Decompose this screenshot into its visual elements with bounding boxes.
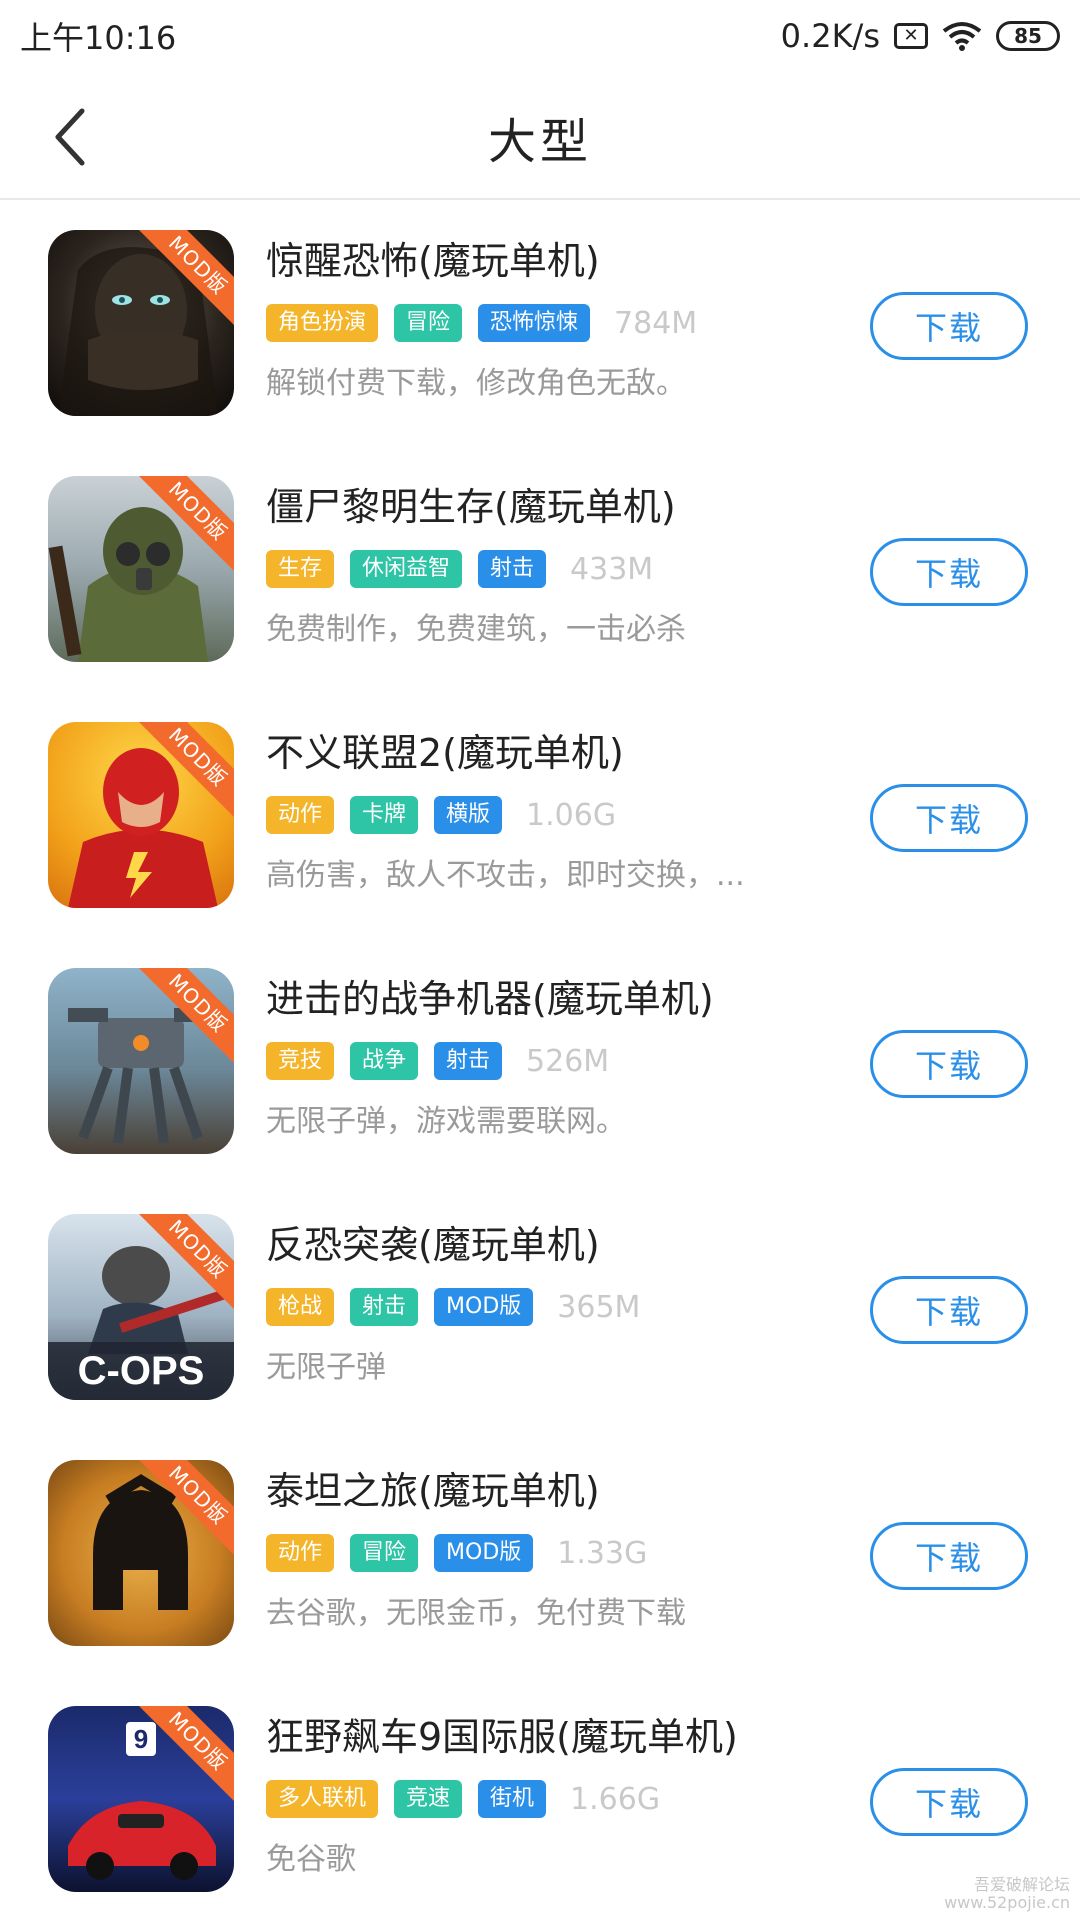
- status-bar: 上午10:16 0.2K/s ✕ 85: [0, 0, 1080, 72]
- app-title[interactable]: 惊醒恐怖(魔玩单机): [266, 230, 600, 285]
- category-tag: 冒险: [350, 1534, 419, 1572]
- tag-list: 动作 卡牌 横版 1.06G: [266, 796, 616, 834]
- download-button[interactable]: 下载: [870, 1768, 1028, 1836]
- download-button[interactable]: 下载: [870, 1276, 1028, 1344]
- file-size: 433M: [570, 551, 654, 587]
- category-tag: 冒险: [394, 304, 463, 342]
- tag-list: 生存 休闲益智 射击 433M: [266, 550, 653, 588]
- list-item[interactable]: MOD版 僵尸黎明生存(魔玩单机) 生存 休闲益智 射击 433M 免费制作，免…: [0, 454, 1080, 700]
- category-tag: 生存: [266, 550, 335, 588]
- zombie-app-icon: MOD版: [48, 476, 234, 662]
- app-description: 解锁付费下载，修改角色无敌。: [266, 366, 686, 401]
- titan-app-icon: MOD版: [48, 1460, 234, 1646]
- category-tag: 街机: [478, 1780, 547, 1818]
- category-tag: 射击: [478, 550, 547, 588]
- app-title[interactable]: 狂野飙车9国际服(魔玩单机): [266, 1706, 738, 1761]
- list-item[interactable]: 9 MOD版 狂野飙车9国际服(魔玩单机) 多人联机 竞速 街机 1.66G 免…: [0, 1684, 1080, 1930]
- app-description: 免谷歌: [266, 1842, 356, 1877]
- download-button[interactable]: 下载: [870, 784, 1028, 852]
- watermark: 吾爱破解论坛 www.52pojie.cn: [944, 1876, 1070, 1912]
- category-tag: 横版: [434, 796, 503, 834]
- app-description: 高伤害，敌人不攻击，即时交换，...: [266, 858, 745, 893]
- watermark-line: 吾爱破解论坛: [973, 1875, 1070, 1894]
- app-title[interactable]: 不义联盟2(魔玩单机): [266, 722, 624, 777]
- app-title[interactable]: 反恐突袭(魔玩单机): [266, 1214, 600, 1269]
- category-tag: 动作: [266, 1534, 335, 1572]
- category-tag: 战争: [350, 1042, 419, 1080]
- file-size: 1.33G: [557, 1535, 648, 1571]
- app-description: 无限子弹: [266, 1350, 386, 1385]
- app-description: 免费制作，免费建筑，一击必杀: [266, 612, 686, 647]
- watermark-line: www.52pojie.cn: [944, 1893, 1070, 1912]
- tag-list: 动作 冒险 MOD版 1.33G: [266, 1534, 647, 1572]
- network-speed: 0.2K/s: [780, 17, 880, 55]
- nav-bar: 大型: [0, 72, 1080, 200]
- category-tag: 卡牌: [350, 796, 419, 834]
- category-tag: 射击: [350, 1288, 419, 1326]
- app-title[interactable]: 僵尸黎明生存(魔玩单机): [266, 476, 676, 531]
- download-button[interactable]: 下载: [870, 1030, 1028, 1098]
- tag-list: 角色扮演 冒险 恐怖惊悚 784M: [266, 304, 697, 342]
- tag-list: 竞技 战争 射击 526M: [266, 1042, 609, 1080]
- horror-app-icon: MOD版: [48, 230, 234, 416]
- category-tag: 多人联机: [266, 1780, 379, 1818]
- file-size: 784M: [614, 305, 698, 341]
- category-tag: 休闲益智: [350, 550, 463, 588]
- tag-list: 多人联机 竞速 街机 1.66G: [266, 1780, 660, 1818]
- battery-icon: 85: [996, 21, 1060, 51]
- cops-app-icon: C-OPS MOD版: [48, 1214, 234, 1400]
- wifi-icon: [942, 22, 982, 51]
- page-title: 大型: [487, 114, 592, 170]
- list-item[interactable]: MOD版 进击的战争机器(魔玩单机) 竞技 战争 射击 526M 无限子弹，游戏…: [0, 946, 1080, 1192]
- list-item[interactable]: MOD版 惊醒恐怖(魔玩单机) 角色扮演 冒险 恐怖惊悚 784M 解锁付费下载…: [0, 208, 1080, 454]
- app-list: MOD版 惊醒恐怖(魔玩单机) 角色扮演 冒险 恐怖惊悚 784M 解锁付费下载…: [0, 208, 1080, 1930]
- app-title[interactable]: 泰坦之旅(魔玩单机): [266, 1460, 600, 1515]
- svg-text:C-OPS: C-OPS: [78, 1349, 205, 1393]
- mech-app-icon: MOD版: [48, 968, 234, 1154]
- category-tag: 动作: [266, 796, 335, 834]
- list-item[interactable]: MOD版 泰坦之旅(魔玩单机) 动作 冒险 MOD版 1.33G 去谷歌，无限金…: [0, 1438, 1080, 1684]
- app-title[interactable]: 进击的战争机器(魔玩单机): [266, 968, 714, 1023]
- racing-app-icon: 9 MOD版: [48, 1706, 234, 1892]
- tag-list: 枪战 射击 MOD版 365M: [266, 1288, 640, 1326]
- file-size: 1.06G: [526, 797, 617, 833]
- download-button[interactable]: 下载: [870, 292, 1028, 360]
- sim-icon: ✕: [894, 23, 928, 49]
- app-description: 无限子弹，游戏需要联网。: [266, 1104, 626, 1139]
- category-tag: MOD版: [434, 1288, 534, 1326]
- category-tag: MOD版: [434, 1534, 534, 1572]
- svg-text:9: 9: [134, 1724, 148, 1754]
- category-tag: 射击: [434, 1042, 503, 1080]
- category-tag: 恐怖惊悚: [478, 304, 591, 342]
- status-icons: 0.2K/s ✕ 85: [781, 17, 1060, 55]
- list-item[interactable]: MOD版 不义联盟2(魔玩单机) 动作 卡牌 横版 1.06G 高伤害，敌人不攻…: [0, 700, 1080, 946]
- file-size: 526M: [526, 1043, 610, 1079]
- hero-app-icon: MOD版: [48, 722, 234, 908]
- file-size: 1.66G: [570, 1781, 661, 1817]
- category-tag: 竞速: [394, 1780, 463, 1818]
- list-item[interactable]: C-OPS MOD版 反恐突袭(魔玩单机) 枪战 射击 MOD版 365M 无限…: [0, 1192, 1080, 1438]
- status-time: 上午10:16: [20, 19, 177, 57]
- download-button[interactable]: 下载: [870, 1522, 1028, 1590]
- category-tag: 竞技: [266, 1042, 335, 1080]
- app-description: 去谷歌，无限金币，免付费下载: [266, 1596, 686, 1631]
- category-tag: 枪战: [266, 1288, 335, 1326]
- file-size: 365M: [557, 1289, 641, 1325]
- download-button[interactable]: 下载: [870, 538, 1028, 606]
- category-tag: 角色扮演: [266, 304, 379, 342]
